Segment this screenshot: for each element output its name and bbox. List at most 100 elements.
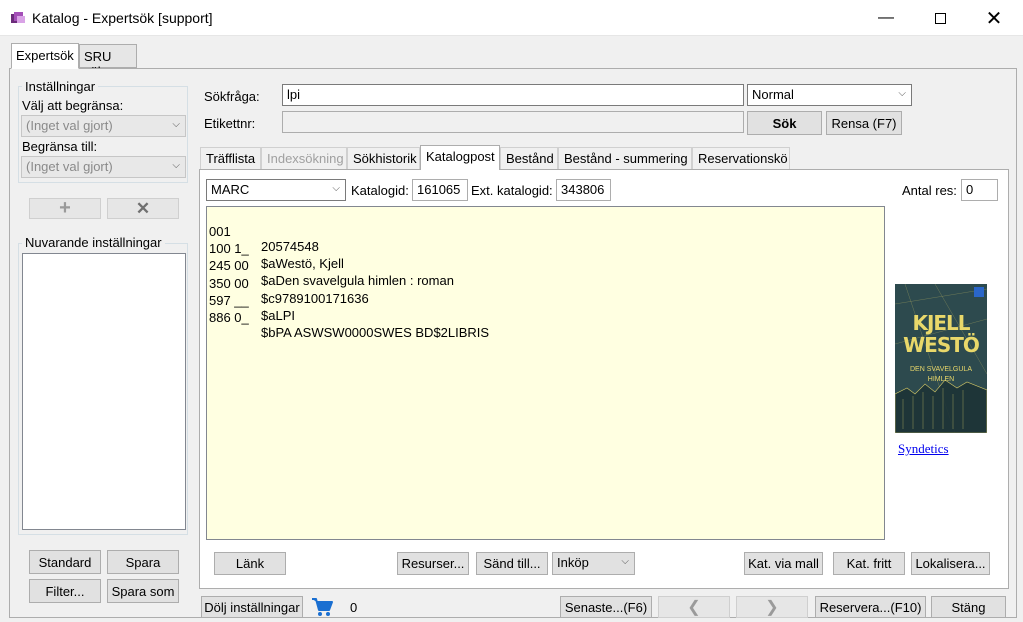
app-icon [11, 12, 25, 23]
clear-button[interactable]: Rensa (F7) [826, 111, 902, 135]
catalog-via-template-button[interactable]: Kat. via mall [744, 552, 823, 575]
limit-select[interactable]: (Inget val gjort) ⌵ [21, 115, 186, 137]
shopping-cart-icon[interactable] [311, 597, 333, 617]
marc-value: $c9789100171636 [261, 291, 369, 306]
res-count-field[interactable]: 0 [961, 179, 998, 201]
catalog-free-button[interactable]: Kat. fritt [833, 552, 905, 575]
marc-value: $aWestö, Kjell [261, 256, 344, 271]
hide-settings-button[interactable]: Dölj inställningar [201, 596, 303, 618]
marc-record-editor[interactable]: 001 20574548 100 1_ $aWestö, Kjell 245 0… [206, 206, 885, 540]
send-to-button[interactable]: Sänd till... [476, 552, 548, 575]
tab-label: Reservationskö [698, 151, 788, 166]
reserve-button-label: Reservera...(F10) [819, 599, 922, 615]
limit-to-label: Begränsa till: [22, 139, 98, 154]
tab-label: Bestånd [506, 151, 554, 166]
close-window-icon[interactable]: ✕ [971, 0, 1017, 36]
tag-input[interactable] [282, 111, 744, 133]
add-setting-button[interactable]: + [29, 197, 101, 219]
title-bar: Katalog - Expertsök [support] — ✕ [0, 0, 1023, 36]
ext-catalog-id-field[interactable]: 343806 [556, 179, 611, 201]
marc-line: 886 0_ $bPA ASWSW0000SWES BD$2LIBRIS [209, 295, 489, 340]
tab-expertsok[interactable]: Expertsök [11, 43, 79, 69]
recent-button[interactable]: Senaste...(F6) [560, 596, 652, 618]
cover-author-line: KJELL [912, 311, 970, 335]
book-cover-image[interactable]: KJELL WESTÖ DEN SVAVELGULA HIMLEN [895, 284, 987, 433]
current-settings-list[interactable] [22, 253, 186, 530]
tab-sokhistorik[interactable]: Sökhistorik [347, 147, 420, 169]
localize-button-label: Lokalisera... [915, 556, 986, 571]
resources-button[interactable]: Resurser... [397, 552, 469, 575]
tag-label: Etikettnr: [204, 116, 256, 131]
chevron-down-icon: ⌵ [898, 88, 906, 99]
tab-indexsokning[interactable]: Indexsökning [261, 147, 347, 169]
tab-label: Träfflista [206, 151, 256, 166]
remove-setting-button[interactable]: ✕ [107, 198, 179, 219]
chevron-left-icon: ❮ [687, 599, 701, 616]
query-input[interactable]: lpi [282, 84, 744, 106]
search-mode-select[interactable]: Normal ⌵ [747, 84, 912, 106]
chevron-down-icon: ⌵ [172, 119, 180, 130]
chevron-down-icon: ⌵ [621, 556, 629, 567]
filter-button[interactable]: Filter... [29, 579, 101, 603]
save-as-button[interactable]: Spara som [107, 579, 179, 603]
resources-button-label: Resurser... [401, 556, 465, 571]
clear-button-label: Rensa (F7) [831, 115, 897, 131]
marc-line: 245 00 $aDen svavelgula himlen : roman [209, 243, 454, 288]
purchase-select[interactable]: Inköp ⌵ [552, 552, 635, 575]
tab-bestand[interactable]: Bestånd [500, 147, 558, 169]
current-settings-title: Nuvarande inställningar [22, 235, 165, 250]
standard-button[interactable]: Standard [29, 550, 101, 574]
cover-title-line: HIMLEN [927, 376, 955, 383]
limit-to-select[interactable]: (Inget val gjort) ⌵ [21, 156, 186, 178]
res-count-value: 0 [966, 182, 974, 197]
close-button[interactable]: Stäng [931, 596, 1006, 618]
next-button[interactable]: ❯ [736, 596, 808, 618]
localize-button[interactable]: Lokalisera... [911, 552, 990, 575]
tab-label: Bestånd - summering [564, 151, 688, 166]
chevron-down-icon: ⌵ [172, 160, 180, 171]
tab-sru-sok[interactable]: SRU sök [79, 44, 137, 79]
tab-reservationsko[interactable]: Reservationskö [692, 147, 790, 169]
window-title: Katalog - Expertsök [support] [32, 10, 213, 26]
catalog-via-template-label: Kat. via mall [748, 556, 819, 571]
previous-button[interactable]: ❮ [658, 596, 730, 618]
plus-icon: + [59, 197, 71, 219]
cover-author: KJELL WESTÖ [895, 312, 987, 356]
link-button[interactable]: Länk [214, 552, 286, 575]
chevron-right-icon: ❯ [765, 599, 779, 616]
catalog-free-label: Kat. fritt [846, 556, 892, 571]
search-button[interactable]: Sök [747, 111, 822, 135]
settings-title: Inställningar [22, 79, 99, 94]
maximize-icon[interactable] [917, 0, 963, 36]
syndetics-link[interactable]: Syndetics [898, 441, 949, 457]
catalog-id-field[interactable]: 161065 [412, 179, 468, 201]
cover-title-line: DEN SVAVELGULA [910, 366, 972, 373]
query-input-value: lpi [287, 87, 301, 102]
tab-bestand-summering[interactable]: Bestånd - summering [558, 147, 692, 169]
res-count-label: Antal res: [902, 183, 957, 198]
ext-catalog-id-value: 343806 [561, 182, 605, 197]
reserve-button[interactable]: Reservera...(F10) [815, 596, 926, 618]
save-as-button-label: Spara som [111, 583, 175, 599]
tab-label: Sökhistorik [353, 151, 417, 166]
x-icon: ✕ [135, 198, 151, 218]
cover-author-line: WESTÖ [903, 333, 980, 357]
ext-catalog-id-label: Ext. katalogid: [471, 183, 553, 198]
format-select[interactable]: MARC ⌵ [206, 179, 346, 201]
limit-to-select-value: (Inget val gjort) [26, 159, 113, 174]
minimize-icon[interactable]: — [863, 0, 909, 36]
marc-line: 100 1_ $aWestö, Kjell [209, 226, 344, 271]
link-button-label: Länk [235, 556, 265, 571]
cover-title: DEN SVAVELGULA HIMLEN [895, 365, 987, 385]
save-button[interactable]: Spara [107, 550, 179, 574]
search-mode-value: Normal [752, 87, 794, 102]
marc-line: 597 __ $aLPI [209, 278, 295, 323]
tab-katalogpost[interactable]: Katalogpost [420, 145, 500, 170]
marc-value: $bPA ASWSW0000SWES BD$2LIBRIS [261, 325, 490, 340]
tab-trafflista[interactable]: Träfflista [200, 147, 261, 169]
marc-value: 20574548 [261, 239, 319, 254]
filter-button-label: Filter... [45, 583, 85, 599]
marc-value: $aDen svavelgula himlen : roman [261, 273, 454, 288]
limit-select-value: (Inget val gjort) [26, 118, 113, 133]
standard-button-label: Standard [38, 554, 92, 570]
